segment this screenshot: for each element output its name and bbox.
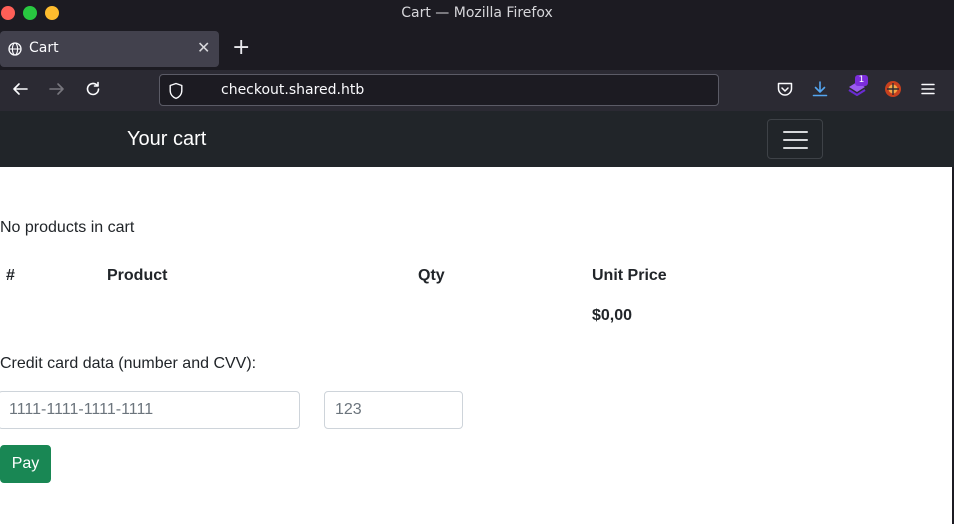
navbar-toggler-button[interactable] (767, 119, 823, 159)
tab-label: Cart (29, 40, 59, 56)
shield-icon[interactable] (168, 82, 184, 105)
url-text[interactable]: checkout.shared.htb (221, 82, 364, 98)
tab-cart[interactable]: Cart ✕ (0, 31, 219, 67)
address-bar[interactable]: checkout.shared.htb (159, 74, 719, 106)
cart-content: No products in cart # Product Qty Unit P… (0, 167, 954, 524)
pocket-icon[interactable] (776, 80, 794, 103)
window-titlebar: Cart — Mozilla Firefox (0, 0, 954, 28)
site-navbar: Your cart (0, 111, 954, 167)
card-number-input[interactable] (0, 391, 300, 429)
pay-button[interactable]: Pay (0, 445, 51, 483)
menu-bar-icon (783, 139, 808, 141)
column-header-number: # (6, 267, 15, 284)
column-header-unit-price: Unit Price (592, 267, 667, 284)
cvv-input[interactable] (324, 391, 463, 429)
download-icon[interactable] (811, 80, 829, 103)
cart-total: $0,00 (592, 307, 633, 324)
foxyproxy-icon[interactable] (883, 80, 903, 103)
navbar-brand[interactable]: Your cart (127, 128, 206, 151)
menu-bar-icon (783, 131, 808, 133)
new-tab-button[interactable]: + (232, 35, 250, 60)
hamburger-menu-icon[interactable] (920, 80, 936, 103)
navigation-toolbar: checkout.shared.htb 1 (0, 70, 954, 111)
back-arrow-icon[interactable] (11, 80, 29, 103)
column-header-qty: Qty (418, 267, 445, 284)
globe-icon (8, 42, 22, 60)
forward-arrow-icon[interactable] (48, 80, 66, 103)
window-title: Cart — Mozilla Firefox (401, 5, 553, 21)
column-header-product: Product (107, 267, 168, 284)
tab-strip: Cart ✕ + (0, 28, 954, 70)
tab-close-icon[interactable]: ✕ (197, 38, 210, 57)
credit-card-label: Credit card data (number and CVV): (0, 355, 257, 372)
empty-cart-message: No products in cart (0, 219, 135, 236)
extension-badge: 1 (855, 75, 868, 86)
reload-icon[interactable] (84, 80, 102, 103)
menu-bar-icon (783, 147, 808, 149)
